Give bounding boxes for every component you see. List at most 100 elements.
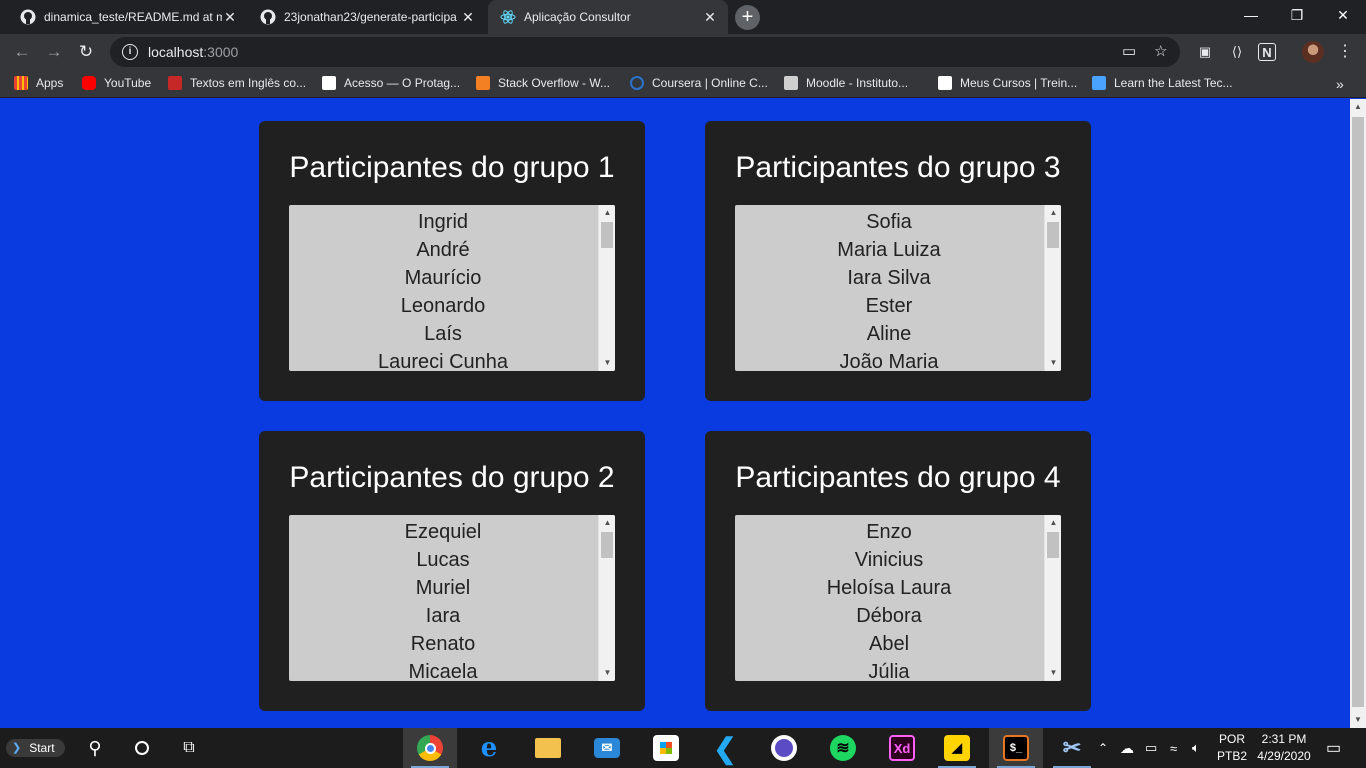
search-icon[interactable]: ⚲ bbox=[68, 728, 122, 768]
page-scroll-thumb[interactable] bbox=[1352, 117, 1364, 707]
bookmark-youtube[interactable]: YouTube bbox=[82, 76, 151, 90]
list-scrollbar[interactable]: ▲ ▼ bbox=[598, 205, 615, 371]
scroll-thumb[interactable] bbox=[601, 222, 613, 248]
chrome-taskbar-icon[interactable] bbox=[403, 728, 457, 768]
scroll-thumb[interactable] bbox=[601, 532, 613, 558]
participant-item[interactable]: Lucas bbox=[289, 546, 597, 574]
scroll-down-icon[interactable]: ▼ bbox=[1045, 355, 1061, 371]
bookmark-textos[interactable]: Textos em Inglês co... bbox=[168, 76, 306, 90]
forward-button[interactable]: → bbox=[42, 40, 66, 64]
participant-item[interactable]: Débora bbox=[735, 602, 1043, 630]
start-button[interactable]: ❯ Start bbox=[6, 739, 65, 757]
participant-item[interactable]: Vinicius bbox=[735, 546, 1043, 574]
menu-icon[interactable]: ⋮ bbox=[1336, 43, 1354, 61]
app-taskbar-icon[interactable] bbox=[757, 728, 811, 768]
scroll-up-icon[interactable]: ▲ bbox=[599, 205, 615, 221]
close-window-button[interactable]: ✕ bbox=[1320, 0, 1366, 30]
notion-icon[interactable]: N bbox=[1258, 43, 1276, 61]
language-indicator[interactable]: POR PTB2 bbox=[1216, 731, 1248, 765]
bookmark-meus-cursos[interactable]: Meus Cursos | Trein... bbox=[938, 76, 1077, 90]
reload-button[interactable]: ↻ bbox=[74, 40, 98, 64]
participant-item[interactable]: Maria Luiza bbox=[735, 236, 1043, 264]
participant-item[interactable]: Sofia bbox=[735, 208, 1043, 236]
minimize-button[interactable]: — bbox=[1228, 0, 1274, 30]
onedrive-icon[interactable]: ☁ bbox=[1120, 728, 1134, 768]
extension-icon[interactable]: ▣ bbox=[1196, 43, 1214, 61]
participants-list[interactable]: Enzo Vinicius Heloísa Laura Débora Abel … bbox=[735, 515, 1061, 681]
cortana-icon[interactable] bbox=[115, 728, 169, 768]
browser-tab-3[interactable]: Aplicação Consultor ✕ bbox=[488, 0, 728, 34]
wifi-icon[interactable]: ≈ bbox=[1170, 728, 1177, 768]
participant-item[interactable]: Maurício bbox=[289, 264, 597, 292]
participants-list[interactable]: Ingrid André Maurício Leonardo Laís Laur… bbox=[289, 205, 615, 371]
volume-icon[interactable]: 🔈︎ bbox=[1192, 728, 1200, 768]
participant-item[interactable]: Enzo bbox=[735, 518, 1043, 546]
bookmark-apps[interactable]: Apps bbox=[14, 76, 63, 90]
browser-tab-2[interactable]: 23jonathan23/generate-participa ✕ bbox=[248, 0, 486, 34]
spotify-taskbar-icon[interactable]: ≋ bbox=[816, 728, 870, 768]
bookmark-moodle[interactable]: Moodle - Instituto... bbox=[784, 76, 908, 90]
system-clock[interactable]: 2:31 PM 4/29/2020 bbox=[1254, 731, 1314, 765]
bookmark-learn[interactable]: Learn the Latest Tec... bbox=[1092, 76, 1233, 90]
participant-item[interactable]: Iara bbox=[289, 602, 597, 630]
vscode-taskbar-icon[interactable]: ❮ bbox=[698, 728, 752, 768]
scroll-up-icon[interactable]: ▲ bbox=[1350, 99, 1366, 115]
scroll-down-icon[interactable]: ▼ bbox=[1350, 712, 1366, 728]
site-info-icon[interactable]: i bbox=[122, 44, 138, 60]
close-tab-icon[interactable]: ✕ bbox=[222, 9, 238, 26]
store-taskbar-icon[interactable] bbox=[639, 728, 693, 768]
task-view-icon[interactable]: ⧉ bbox=[162, 728, 216, 768]
mail-taskbar-icon[interactable]: ✉ bbox=[580, 728, 634, 768]
participant-item[interactable]: Leonardo bbox=[289, 292, 597, 320]
participant-item[interactable]: Muriel bbox=[289, 574, 597, 602]
extension-icon[interactable]: ⟨⟩ bbox=[1228, 43, 1246, 61]
terminal-taskbar-icon[interactable]: $_ bbox=[989, 728, 1043, 768]
bookmark-stackoverflow[interactable]: Stack Overflow - W... bbox=[476, 76, 610, 90]
participant-item[interactable]: Aline bbox=[735, 320, 1043, 348]
participant-item[interactable]: Micaela bbox=[289, 658, 597, 681]
tray-overflow-icon[interactable]: ⌃ bbox=[1098, 728, 1108, 768]
participant-item[interactable]: André bbox=[289, 236, 597, 264]
address-bar[interactable]: i localhost:3000 bbox=[110, 37, 1180, 67]
scroll-thumb[interactable] bbox=[1047, 222, 1059, 248]
scroll-down-icon[interactable]: ▼ bbox=[1045, 665, 1061, 681]
participant-item[interactable]: João Maria bbox=[735, 348, 1043, 371]
page-scrollbar[interactable]: ▲ ▼ bbox=[1350, 99, 1366, 728]
participant-item[interactable]: Renato bbox=[289, 630, 597, 658]
bookmark-coursera[interactable]: Coursera | Online C... bbox=[630, 76, 768, 90]
more-bookmarks-icon[interactable]: » bbox=[1336, 76, 1344, 92]
participant-item[interactable]: Laís bbox=[289, 320, 597, 348]
list-scrollbar[interactable]: ▲ ▼ bbox=[598, 515, 615, 681]
bookmark-star-icon[interactable]: ☆ bbox=[1154, 42, 1167, 60]
participant-item[interactable]: Júlia bbox=[735, 658, 1043, 681]
maximize-button[interactable]: ❐ bbox=[1274, 0, 1320, 30]
battery-icon[interactable]: ▭ bbox=[1145, 728, 1157, 768]
scroll-thumb[interactable] bbox=[1047, 532, 1059, 558]
back-button[interactable]: ← bbox=[10, 40, 34, 64]
scroll-up-icon[interactable]: ▲ bbox=[1045, 515, 1061, 531]
new-tab-button[interactable]: + bbox=[735, 5, 760, 30]
scroll-down-icon[interactable]: ▼ bbox=[599, 665, 615, 681]
participant-item[interactable]: Heloísa Laura bbox=[735, 574, 1043, 602]
close-tab-icon[interactable]: ✕ bbox=[460, 9, 476, 26]
bookmark-acesso[interactable]: Acesso — O Protag... bbox=[322, 76, 460, 90]
profile-avatar[interactable] bbox=[1302, 41, 1324, 63]
participants-list[interactable]: Sofia Maria Luiza Iara Silva Ester Aline… bbox=[735, 205, 1061, 371]
sticky-notes-taskbar-icon[interactable]: ◢ bbox=[930, 728, 984, 768]
close-tab-icon[interactable]: ✕ bbox=[702, 9, 718, 26]
participant-item[interactable]: Iara Silva bbox=[735, 264, 1043, 292]
edge-taskbar-icon[interactable]: e bbox=[462, 728, 516, 768]
participant-item[interactable]: Abel bbox=[735, 630, 1043, 658]
cast-icon[interactable]: ▭ bbox=[1122, 42, 1136, 60]
participant-item[interactable]: Ingrid bbox=[289, 208, 597, 236]
participant-item[interactable]: Ezequiel bbox=[289, 518, 597, 546]
snipping-taskbar-icon[interactable]: ✂ bbox=[1045, 728, 1099, 768]
browser-tab-1[interactable]: dinamica_teste/README.md at m ✕ bbox=[8, 0, 248, 34]
file-explorer-taskbar-icon[interactable] bbox=[521, 728, 575, 768]
notifications-icon[interactable]: ▭ bbox=[1326, 728, 1341, 768]
adobe-xd-taskbar-icon[interactable]: Xd bbox=[875, 728, 929, 768]
scroll-up-icon[interactable]: ▲ bbox=[599, 515, 615, 531]
participant-item[interactable]: Ester bbox=[735, 292, 1043, 320]
scroll-down-icon[interactable]: ▼ bbox=[599, 355, 615, 371]
participant-item[interactable]: Laureci Cunha bbox=[289, 348, 597, 371]
